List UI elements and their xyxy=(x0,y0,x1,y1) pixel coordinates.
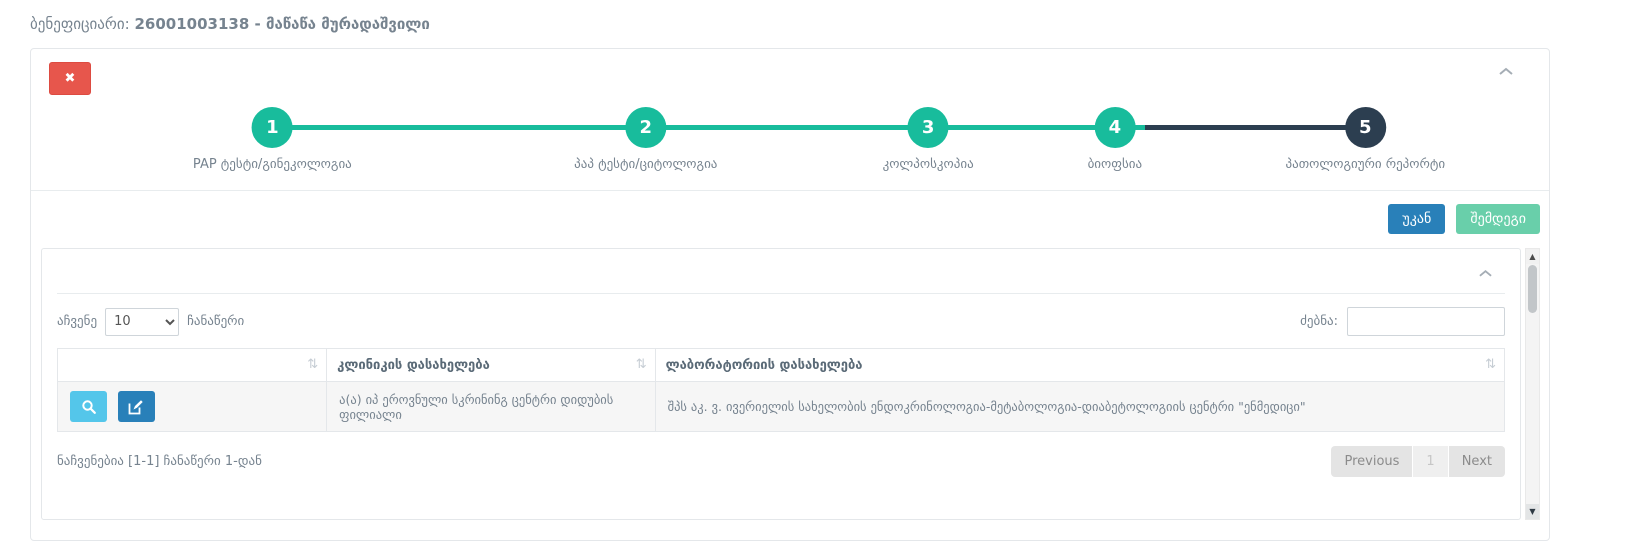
next-button[interactable]: შემდეგი xyxy=(1456,204,1540,234)
search-input[interactable] xyxy=(1347,307,1505,336)
results-scroll-region: აჩვენე 10 ჩანაწერი ძებნა: xyxy=(41,248,1540,520)
close-icon: ✖ xyxy=(65,71,76,86)
sort-icon: ⇅ xyxy=(1485,357,1496,372)
scrollbar-down-button[interactable]: ▼ xyxy=(1526,504,1539,519)
column-header-actions[interactable]: ⇅ xyxy=(58,349,327,382)
step-4-biopsy: 4 ბიოფსია xyxy=(1088,95,1143,172)
step-2-label: პაპ ტესტი/ციტოლოგია xyxy=(574,157,717,172)
row-actions-cell xyxy=(58,382,327,432)
wizard-actions: უკან შემდეგი xyxy=(31,191,1549,246)
table-info: ნაჩვენებია [1-1] ჩანაწერი 1-დან xyxy=(57,454,262,469)
column-header-clinic[interactable]: კლინიკის დასახელება ⇅ xyxy=(327,349,655,382)
scrollbar-track xyxy=(1526,314,1539,504)
pagination-page-1[interactable]: 1 xyxy=(1413,446,1447,477)
vertical-scrollbar: ▲ ▼ xyxy=(1525,248,1540,520)
panel-collapse-button[interactable] xyxy=(1499,67,1513,76)
sort-icon: ⇅ xyxy=(307,357,318,372)
table-header-row: ⇅ კლინიკის დასახელება ⇅ ლაბორატორიის დას… xyxy=(58,349,1505,382)
view-row-button[interactable] xyxy=(70,391,107,422)
panel-toolbar: ✖ xyxy=(31,49,1549,95)
length-label-before: აჩვენე xyxy=(57,314,97,329)
page-length-select[interactable]: 10 xyxy=(105,308,179,336)
results-table: ⇅ კლინიკის დასახელება ⇅ ლაბორატორიის დას… xyxy=(57,348,1505,432)
close-button[interactable]: ✖ xyxy=(49,62,91,95)
table-row: ა(ა) იპ ეროვნული სკრინინგ ცენტრი დიდუბის… xyxy=(58,382,1505,432)
table-footer: ნაჩვენებია [1-1] ჩანაწერი 1-დან Previous… xyxy=(42,432,1520,477)
pagination: Previous 1 Next xyxy=(1331,446,1505,477)
sort-icon: ⇅ xyxy=(636,357,647,372)
arrow-up-icon: ▲ xyxy=(1529,252,1535,261)
step-5-circle[interactable]: 5 xyxy=(1345,107,1386,148)
step-3-circle[interactable]: 3 xyxy=(908,107,949,148)
step-2-circle[interactable]: 2 xyxy=(625,107,666,148)
pagination-next-button[interactable]: Next xyxy=(1449,446,1505,477)
results-card: აჩვენე 10 ჩანაწერი ძებნა: xyxy=(41,248,1521,520)
search-control: ძებნა: xyxy=(1300,307,1505,336)
back-button[interactable]: უკან xyxy=(1388,204,1445,234)
results-collapse-button[interactable] xyxy=(1479,269,1492,278)
step-5-label: პათოლოგიური რეპორტი xyxy=(1286,157,1446,172)
laboratory-name-cell: შპს აკ. ვ. ივერიელის სახელობის ენდოკრინო… xyxy=(655,382,1504,432)
step-3-colposcopy: 3 კოლპოსკოპია xyxy=(883,95,974,172)
scrollbar-up-button[interactable]: ▲ xyxy=(1526,249,1539,264)
results-card-toolbar xyxy=(42,249,1520,293)
length-control: აჩვენე 10 ჩანაწერი xyxy=(57,308,244,336)
screen: ბენეფიციარი: 26001003138 - მაწაწა მურადა… xyxy=(0,0,1650,557)
step-4-label: ბიოფსია xyxy=(1088,157,1143,172)
chevron-up-icon xyxy=(1479,269,1492,278)
step-1-pap-gynecology: 1 PAP ტესტი/გინეკოლოგია xyxy=(193,95,352,172)
wizard-panel: ✖ 1 PAP ტესტი/გინეკოლოგია 2 პაპ ტესტი/ცი… xyxy=(30,48,1550,541)
search-label: ძებნა: xyxy=(1300,314,1338,329)
chevron-up-icon xyxy=(1499,67,1513,76)
table-controls: აჩვენე 10 ჩანაწერი ძებნა: xyxy=(42,294,1520,348)
length-label-after: ჩანაწერი xyxy=(187,314,244,329)
arrow-down-icon: ▼ xyxy=(1529,507,1535,516)
step-1-circle[interactable]: 1 xyxy=(252,107,293,148)
pagination-previous-button[interactable]: Previous xyxy=(1331,446,1412,477)
progress-stepper: 1 PAP ტესტი/გინეკოლოგია 2 პაპ ტესტი/ციტო… xyxy=(31,95,1549,191)
step-3-label: კოლპოსკოპია xyxy=(883,157,974,172)
clinic-name-cell: ა(ა) იპ ეროვნული სკრინინგ ცენტრი დიდუბის… xyxy=(327,382,655,432)
step-1-label: PAP ტესტი/გინეკოლოგია xyxy=(193,157,352,172)
beneficiary-value: 26001003138 - მაწაწა მურადაშვილი xyxy=(134,15,429,33)
step-2-pap-cytology: 2 პაპ ტესტი/ციტოლოგია xyxy=(574,95,717,172)
beneficiary-label: ბენეფიციარი: xyxy=(30,15,130,33)
scrollbar-thumb[interactable] xyxy=(1528,265,1537,313)
step-4-circle[interactable]: 4 xyxy=(1094,107,1135,148)
edit-row-button[interactable] xyxy=(118,391,155,422)
column-header-laboratory[interactable]: ლაბორატორიის დასახელება ⇅ xyxy=(655,349,1504,382)
step-5-pathology-report: 5 პათოლოგიური რეპორტი xyxy=(1286,95,1446,172)
beneficiary-header: ბენეფიციარი: 26001003138 - მაწაწა მურადა… xyxy=(0,0,1650,33)
